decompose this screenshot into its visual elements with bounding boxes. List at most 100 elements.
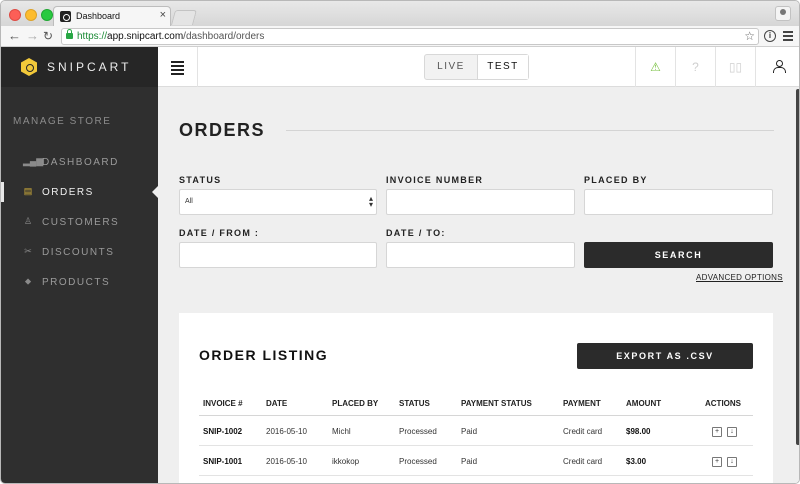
payment-cell: Credit card (563, 457, 603, 466)
scissors-icon: ✂ (24, 246, 32, 256)
invoice-cell[interactable]: SNIP-1002 (203, 427, 242, 436)
date-cell: 2016-05-10 (266, 427, 307, 436)
tab-title: Dashboard (76, 11, 121, 21)
placed-by-cell: Michl (332, 427, 351, 436)
reload-icon[interactable]: ↻ (43, 28, 53, 44)
app: SNIPCART MANAGE STORE ▂▄▆ DASHBOARD ▤ OR… (1, 47, 799, 483)
download-order-icon[interactable]: ↓ (727, 427, 737, 437)
date-cell: 2016-05-10 (266, 457, 307, 466)
title-divider (286, 130, 774, 131)
column-header-payment-status[interactable]: PAYMENT STATUS (461, 399, 532, 408)
table-row[interactable]: SNIP-1002 2016-05-10 Michl Processed Pai… (199, 416, 753, 446)
browser-titlebar: Dashboard × (1, 1, 799, 27)
new-tab-button[interactable] (170, 10, 198, 25)
forward-arrow-icon[interactable]: → (26, 28, 39, 44)
column-header-payment[interactable]: PAYMENT (563, 399, 601, 408)
browser-menu-icon[interactable] (783, 31, 793, 41)
address-bar[interactable]: https://app.snipcart.com/dashboard/order… (61, 28, 759, 45)
sidebar-item-customers[interactable]: ♙ CUSTOMERS (1, 207, 158, 237)
export-csv-button[interactable]: EXPORT AS .CSV (577, 343, 753, 369)
tab-close-icon[interactable]: × (160, 9, 166, 21)
order-listing-card: ORDER LISTING EXPORT AS .CSV INVOICE # D… (179, 313, 773, 483)
sidebar: SNIPCART MANAGE STORE ▂▄▆ DASHBOARD ▤ OR… (1, 47, 158, 483)
snipcart-favicon-icon (60, 11, 71, 22)
advanced-options-link[interactable]: ADVANCED OPTIONS (696, 273, 783, 282)
browser-toolbar: ← → ↻ https://app.snipcart.com/dashboard… (1, 26, 799, 47)
payment-status-cell: Paid (461, 427, 478, 436)
column-header-placed-by[interactable]: PLACED BY (332, 399, 378, 408)
user-icon (773, 60, 786, 73)
browser-tab[interactable]: Dashboard × (53, 6, 171, 27)
sidebar-item-dashboard[interactable]: ▂▄▆ DASHBOARD (1, 147, 158, 177)
sidebar-item-label: ORDERS (42, 187, 94, 198)
topbar: LIVE TEST ⚠ ? ▯▯ (158, 47, 799, 87)
page-title: ORDERS (179, 120, 266, 140)
warning-icon[interactable]: ⚠ (635, 47, 675, 87)
download-order-icon[interactable]: ↓ (727, 457, 737, 467)
snipcart-logo-icon (21, 58, 37, 76)
status-cell: Processed (399, 457, 437, 466)
payment-cell: Credit card (563, 427, 603, 436)
tag-icon: ⬥ (24, 276, 32, 286)
view-order-icon[interactable]: + (712, 427, 722, 437)
orders-table: INVOICE # DATE PLACED BY STATUS PAYMENT … (199, 393, 753, 476)
sidebar-item-label: PRODUCTS (42, 277, 111, 288)
date-to-input[interactable] (386, 242, 575, 268)
date-to-label: DATE / TO: (386, 228, 446, 238)
back-arrow-icon[interactable]: ← (8, 28, 21, 44)
table-row[interactable]: SNIP-1001 2016-05-10 ikkokop Processed P… (199, 446, 753, 476)
placed-by-input[interactable] (584, 189, 773, 215)
sidebar-item-label: DASHBOARD (42, 157, 119, 168)
column-header-date[interactable]: DATE (266, 399, 287, 408)
status-filter-label: STATUS (179, 175, 222, 185)
order-listing-title: ORDER LISTING (199, 347, 329, 363)
sidebar-section-title: MANAGE STORE (13, 116, 112, 127)
info-icon[interactable]: i (764, 30, 776, 42)
sidebar-item-orders[interactable]: ▤ ORDERS (1, 177, 158, 207)
close-window-button[interactable] (9, 9, 21, 21)
browser-window: Dashboard × ← → ↻ https://app.snipcart.c… (0, 0, 800, 484)
environment-toggle: LIVE TEST (424, 54, 529, 80)
url-text: https://app.snipcart.com/dashboard/order… (77, 31, 265, 42)
help-icon[interactable]: ? (675, 47, 715, 87)
sidebar-item-label: CUSTOMERS (42, 217, 120, 228)
orders-icon: ▤ (23, 186, 33, 196)
amount-cell: $98.00 (626, 427, 651, 436)
invoice-cell[interactable]: SNIP-1001 (203, 457, 242, 466)
date-from-input[interactable] (179, 242, 377, 268)
column-header-invoice[interactable]: INVOICE # (203, 399, 243, 408)
invoice-number-input[interactable] (386, 189, 575, 215)
placed-by-filter-label: PLACED BY (584, 175, 648, 185)
user-account-button[interactable] (755, 47, 799, 87)
test-mode-button[interactable]: TEST (477, 55, 528, 79)
lock-icon (66, 29, 73, 39)
sidebar-item-discounts[interactable]: ✂ DISCOUNTS (1, 237, 158, 267)
bookmark-star-icon[interactable]: ☆ (744, 29, 755, 43)
invoice-filter-label: INVOICE NUMBER (386, 175, 484, 185)
brand-name: SNIPCART (47, 60, 132, 74)
live-mode-button[interactable]: LIVE (425, 55, 477, 79)
sidebar-item-products[interactable]: ⬥ PRODUCTS (1, 267, 158, 297)
hamburger-menu-icon[interactable] (158, 47, 198, 87)
page-scrollbar[interactable] (795, 87, 799, 483)
column-header-status[interactable]: STATUS (399, 399, 430, 408)
status-cell: Processed (399, 427, 437, 436)
column-header-actions: ACTIONS (705, 399, 741, 408)
docs-book-icon[interactable]: ▯▯ (715, 47, 755, 87)
minimize-window-button[interactable] (25, 9, 37, 21)
brand[interactable]: SNIPCART (1, 47, 158, 87)
main-content: ORDERS STATUS All ▴ ▾ INVOICE NUMBER PLAC… (158, 87, 799, 483)
date-from-label: DATE / FROM : (179, 228, 260, 238)
browser-profile-icon[interactable] (775, 6, 791, 21)
status-select[interactable]: All ▴ ▾ (179, 189, 377, 215)
maximize-window-button[interactable] (41, 9, 53, 21)
column-header-amount[interactable]: AMOUNT (626, 399, 661, 408)
sidebar-item-label: DISCOUNTS (42, 247, 115, 258)
customers-icon: ♙ (23, 216, 33, 226)
amount-cell: $3.00 (626, 457, 647, 466)
scrollbar-thumb[interactable] (796, 89, 799, 445)
search-button[interactable]: SEARCH (584, 242, 773, 268)
placed-by-cell: ikkokop (332, 457, 360, 466)
view-order-icon[interactable]: + (712, 457, 722, 467)
table-header: INVOICE # DATE PLACED BY STATUS PAYMENT … (199, 393, 753, 416)
